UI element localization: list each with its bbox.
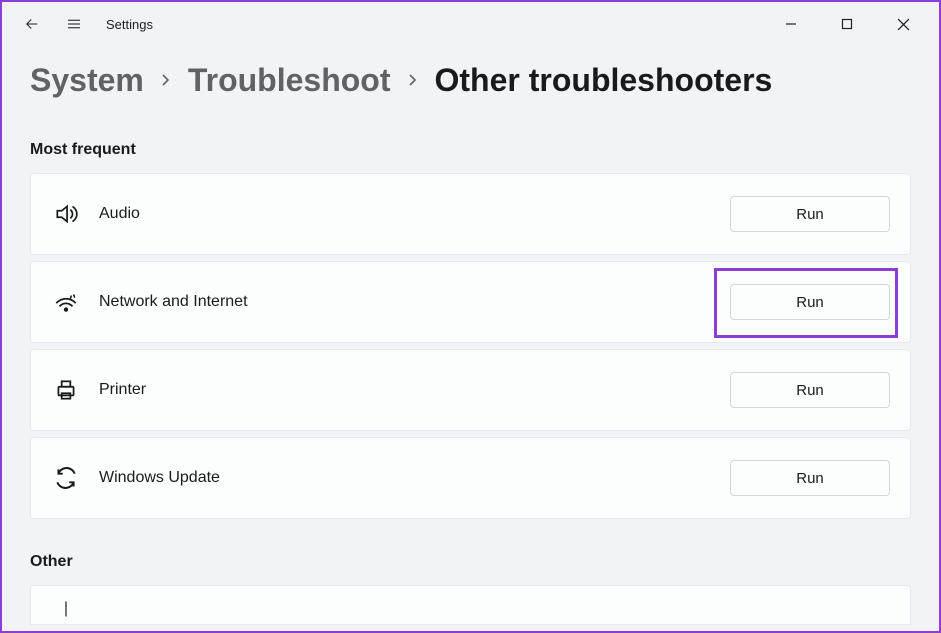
row-label: Printer [99,381,730,399]
chevron-right-icon [160,69,172,92]
run-button-audio[interactable]: Run [730,196,890,232]
section-other: Other [30,553,911,571]
network-icon [51,287,81,317]
troubleshooter-row-update: Windows Update Run [30,437,911,519]
troubleshooter-row-audio: Audio Run [30,173,911,255]
partial-icon [51,600,81,618]
troubleshooter-row-printer: Printer Run [30,349,911,431]
run-button-network[interactable]: Run [730,284,890,320]
titlebar: Settings [2,2,939,46]
run-button-printer[interactable]: Run [730,372,890,408]
breadcrumb-current: Other troubleshooters [435,62,773,99]
maximize-button[interactable] [829,9,865,39]
update-icon [51,463,81,493]
menu-button[interactable] [64,14,84,34]
breadcrumb: System Troubleshoot Other troubleshooter… [2,46,939,107]
row-label: Audio [99,205,730,223]
printer-icon [51,375,81,405]
back-button[interactable] [22,14,42,34]
troubleshooter-row-network: Network and Internet Run [30,261,911,343]
section-most-frequent: Most frequent [30,141,911,159]
troubleshooter-row-partial [30,585,911,625]
breadcrumb-system[interactable]: System [30,62,144,99]
chevron-right-icon [407,69,419,92]
audio-icon [51,199,81,229]
row-label: Windows Update [99,469,730,487]
minimize-button[interactable] [773,9,809,39]
app-title: Settings [106,17,153,32]
run-button-update[interactable]: Run [730,460,890,496]
close-button[interactable] [885,9,921,39]
row-label: Network and Internet [99,293,730,311]
breadcrumb-troubleshoot[interactable]: Troubleshoot [188,62,391,99]
